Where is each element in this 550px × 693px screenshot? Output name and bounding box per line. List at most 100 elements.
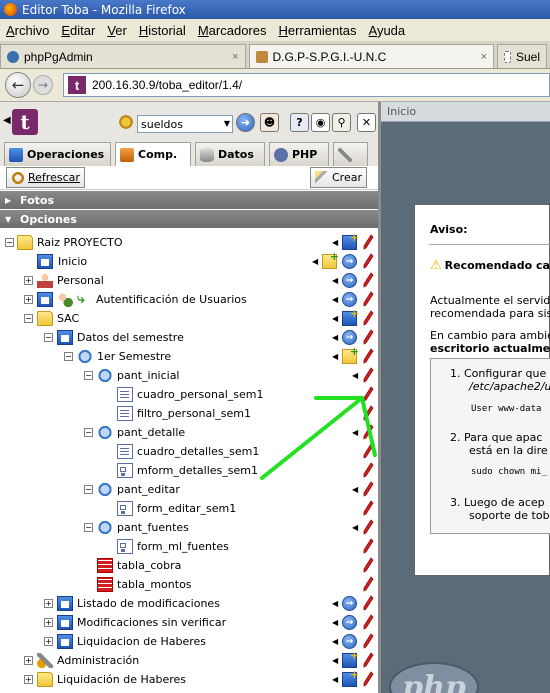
user-icon[interactable]: ☻: [260, 113, 279, 132]
edit-pencil-icon[interactable]: [362, 519, 374, 536]
expand-left-icon[interactable]: ◀: [352, 428, 358, 437]
url-bar[interactable]: t 200.16.30.9/toba_editor/1.4/: [63, 73, 550, 97]
close-icon[interactable]: ×: [232, 51, 238, 63]
back-button[interactable]: ←: [5, 72, 31, 98]
tab-operaciones[interactable]: Operaciones: [4, 142, 111, 166]
tree-label[interactable]: Modificaciones sin verificar: [77, 616, 226, 629]
tree-label[interactable]: SAC: [57, 312, 79, 325]
tree-label[interactable]: cuadro_detalles_sem1: [137, 445, 259, 458]
help-icon[interactable]: ?: [290, 113, 309, 132]
add-operation-icon[interactable]: [342, 668, 359, 687]
close-icon[interactable]: ✕: [357, 113, 376, 132]
go-project-button[interactable]: ➜: [236, 113, 255, 132]
tree-label[interactable]: Administración: [57, 654, 139, 667]
tree-row-personal[interactable]: + Personal → ◀: [0, 272, 378, 291]
expand-left-icon[interactable]: ◀: [332, 675, 338, 684]
tree-row-administracion[interactable]: + Administración ◀: [0, 649, 378, 671]
tree-label[interactable]: form_ml_fuentes: [137, 540, 229, 553]
expand-left-icon[interactable]: ◀: [332, 276, 338, 285]
tree-label[interactable]: pant_editar: [117, 483, 180, 496]
tree-row-cuadro-detalles[interactable]: cuadro_detalles_sem1: [0, 443, 378, 462]
tree-label[interactable]: Autentificación de Usuarios: [96, 293, 247, 306]
expand-toggle[interactable]: +: [24, 675, 33, 684]
edit-pencil-icon[interactable]: [362, 595, 374, 612]
expand-toggle[interactable]: +: [44, 599, 53, 608]
tree-label[interactable]: pant_detalle: [117, 426, 185, 439]
settings-ball-icon[interactable]: ◉: [311, 113, 330, 132]
tree-row-pant-inicial[interactable]: − pant_inicial ◀: [0, 367, 378, 386]
tree-row-form-ml-fuentes[interactable]: form_ml_fuentes: [0, 538, 378, 557]
expand-left-icon[interactable]: ◀: [332, 637, 338, 646]
section-fotos[interactable]: ▶ Fotos: [0, 191, 378, 209]
expand-left-icon[interactable]: ◀: [332, 314, 338, 323]
tree-row-raiz[interactable]: − Raiz PROYECTO ◀: [0, 231, 378, 253]
expand-toggle[interactable]: +: [24, 656, 33, 665]
tree-row-cuadro-personal[interactable]: cuadro_personal_sem1: [0, 386, 378, 405]
tab-datos[interactable]: Datos: [195, 142, 265, 166]
expand-left-icon[interactable]: ◀: [312, 257, 318, 266]
tree-label[interactable]: form_editar_sem1: [137, 502, 236, 515]
tree-label[interactable]: pant_inicial: [117, 369, 180, 382]
edit-pencil-icon[interactable]: [362, 652, 374, 669]
collapse-toggle[interactable]: −: [84, 485, 93, 494]
tree-label[interactable]: 1er Semestre: [97, 350, 171, 363]
tree-label[interactable]: Liquidación de Haberes: [57, 673, 186, 686]
expand-left-icon[interactable]: ◀: [332, 599, 338, 608]
tree-label[interactable]: Inicio: [58, 255, 87, 268]
search-icon[interactable]: ⚲: [332, 113, 351, 132]
tree-row-pant-detalle[interactable]: − pant_detalle ◀: [0, 424, 378, 443]
go-icon[interactable]: →: [342, 273, 357, 288]
tree-row-sac[interactable]: − SAC ◀: [0, 307, 378, 329]
edit-pencil-icon[interactable]: [362, 348, 374, 365]
expand-left-icon[interactable]: ◀: [332, 352, 338, 361]
edit-pencil-icon[interactable]: [362, 272, 374, 289]
tree-row-listado-modificaciones[interactable]: + Listado de modificaciones → ◀: [0, 595, 378, 614]
tree-row-mform-detalles[interactable]: mform_detalles_sem1: [0, 462, 378, 481]
add-folder-icon[interactable]: [342, 345, 359, 364]
edit-pencil-icon[interactable]: [362, 386, 374, 403]
edit-pencil-icon[interactable]: [362, 443, 374, 460]
collapse-toggle[interactable]: −: [24, 314, 33, 323]
menu-ver[interactable]: Ver: [101, 23, 133, 38]
tree-label[interactable]: Liquidacion de Haberes: [77, 635, 206, 648]
collapse-toggle[interactable]: −: [84, 523, 93, 532]
refresh-button[interactable]: Refrescar: [6, 167, 85, 188]
section-opciones[interactable]: ▼ Opciones: [0, 210, 378, 228]
edit-pencil-icon[interactable]: [362, 576, 374, 593]
tab-tools[interactable]: [333, 142, 368, 166]
tree-label[interactable]: tabla_montos: [117, 578, 192, 591]
tree-label[interactable]: Personal: [57, 274, 104, 287]
tree-label[interactable]: filtro_personal_sem1: [137, 407, 251, 420]
tree-label[interactable]: cuadro_personal_sem1: [137, 388, 263, 401]
add-operation-icon[interactable]: [342, 231, 359, 250]
add-operation-icon[interactable]: [342, 307, 359, 326]
go-icon[interactable]: →: [342, 596, 357, 611]
expand-left-icon[interactable]: ◀: [332, 618, 338, 627]
edit-pencil-icon[interactable]: [362, 614, 374, 631]
edit-pencil-icon[interactable]: [362, 462, 374, 479]
tree-label[interactable]: Listado de modificaciones: [77, 597, 220, 610]
menu-editar[interactable]: Editar: [55, 23, 101, 38]
expand-left-icon[interactable]: ◀: [352, 523, 358, 532]
tab-php[interactable]: PHP: [269, 142, 329, 166]
tree-row-filtro-personal[interactable]: filtro_personal_sem1: [0, 405, 378, 424]
tree-label[interactable]: Datos del semestre: [77, 331, 184, 344]
collapse-toggle[interactable]: −: [84, 428, 93, 437]
tree-row-liquidacion-de-haberes[interactable]: + Liquidación de Haberes ◀: [0, 668, 378, 690]
collapse-toggle[interactable]: −: [84, 371, 93, 380]
go-icon[interactable]: →: [342, 330, 357, 345]
menu-herramientas[interactable]: Herramientas: [272, 23, 362, 38]
expand-left-icon[interactable]: ◀: [352, 485, 358, 494]
tree-row-form-editar[interactable]: form_editar_sem1: [0, 500, 378, 519]
tree-label[interactable]: Raiz PROYECTO: [37, 236, 123, 249]
tree-label[interactable]: mform_detalles_sem1: [137, 464, 258, 477]
edit-pencil-icon[interactable]: [362, 405, 374, 422]
edit-pencil-icon[interactable]: [362, 633, 374, 650]
tree-row-modificaciones-sin-verificar[interactable]: + Modificaciones sin verificar → ◀: [0, 614, 378, 633]
edit-pencil-icon[interactable]: [362, 481, 374, 498]
go-icon[interactable]: →: [342, 254, 357, 269]
edit-pencil-icon[interactable]: [362, 424, 374, 441]
go-icon[interactable]: →: [342, 292, 357, 307]
go-icon[interactable]: →: [342, 634, 357, 649]
browser-tab-phppgadmin[interactable]: phpPgAdmin ×: [0, 44, 246, 68]
